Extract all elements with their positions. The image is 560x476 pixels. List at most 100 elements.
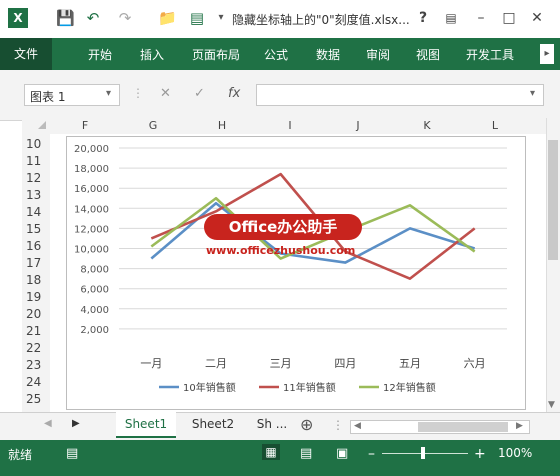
enter-formula-icon[interactable]: ✓ bbox=[194, 86, 205, 101]
y-tick-label: 2,000 bbox=[80, 325, 109, 336]
row-header[interactable]: 21 bbox=[22, 323, 50, 340]
scroll-down-icon[interactable]: ▼ bbox=[548, 400, 555, 410]
row-header[interactable]: 16 bbox=[22, 238, 50, 255]
chart-plot: 20,000 18,000 16,000 14,000 12,000 10,000 8,00… bbox=[74, 144, 507, 394]
vertical-scroll-thumb[interactable] bbox=[548, 140, 558, 260]
y-tick-label: 8,000 bbox=[80, 265, 109, 276]
cancel-formula-icon[interactable]: ✕ bbox=[160, 86, 171, 101]
line-chart[interactable]: 20,000 18,000 16,000 14,000 12,000 10,000 8,00… bbox=[66, 136, 526, 410]
formula-input[interactable] bbox=[256, 84, 544, 106]
zoom-out-button[interactable]: – bbox=[368, 446, 375, 462]
sheet-tab-more[interactable]: Sh ... bbox=[250, 412, 294, 436]
sheet-scroll-left-icon[interactable]: ◀ bbox=[44, 418, 52, 429]
open-folder-icon[interactable]: 📁 bbox=[158, 9, 177, 27]
tab-review[interactable]: 审阅 bbox=[366, 46, 390, 63]
sheet-tab-sheet2[interactable]: Sheet2 bbox=[186, 412, 240, 436]
customize-qat-icon[interactable]: ▾ bbox=[212, 9, 230, 27]
row-header[interactable]: 22 bbox=[22, 340, 50, 357]
y-tick-label: 18,000 bbox=[74, 164, 109, 175]
row-header[interactable]: 23 bbox=[22, 357, 50, 374]
x-tick-label: 六月 bbox=[464, 357, 486, 370]
close-button[interactable]: ✕ bbox=[526, 8, 548, 28]
row-header[interactable]: 18 bbox=[22, 272, 50, 289]
tab-split-handle-icon[interactable]: ⋮ bbox=[332, 418, 344, 432]
horizontal-scroll-thumb[interactable] bbox=[418, 422, 508, 432]
name-box-value: 图表 1 bbox=[30, 90, 66, 104]
row-header[interactable]: 12 bbox=[22, 170, 50, 187]
y-tick-label: 20,000 bbox=[74, 144, 109, 155]
tab-formulas[interactable]: 公式 bbox=[264, 46, 288, 63]
zoom-slider-thumb[interactable] bbox=[421, 447, 425, 459]
row-header[interactable]: 25 bbox=[22, 391, 50, 408]
save-icon[interactable]: 💾 bbox=[56, 9, 75, 27]
undo-icon[interactable]: ↶ bbox=[84, 9, 102, 27]
document-title: 隐藏坐标轴上的"0"刻度值.xlsx... bbox=[232, 13, 410, 27]
y-tick-label: 14,000 bbox=[74, 204, 109, 215]
normal-view-icon[interactable]: ▦ bbox=[262, 444, 280, 460]
tab-file[interactable]: 文件 bbox=[0, 38, 52, 70]
column-header[interactable]: L bbox=[480, 118, 510, 134]
tab-data[interactable]: 数据 bbox=[316, 46, 340, 63]
x-tick-label: 四月 bbox=[334, 357, 356, 370]
title-bar: X 💾 ↶ ↷ 📁 ▤ ▾ 隐藏坐标轴上的"0"刻度值.xlsx... ? ▤ … bbox=[0, 0, 560, 38]
zoom-in-button[interactable]: + bbox=[474, 446, 486, 462]
macro-record-icon[interactable]: ▤ bbox=[66, 446, 78, 461]
maximize-button[interactable]: □ bbox=[498, 8, 520, 28]
tab-insert[interactable]: 插入 bbox=[140, 46, 164, 63]
formula-bar-divider-icon: ⋮ bbox=[132, 86, 144, 100]
hscroll-left-icon[interactable]: ◀ bbox=[354, 421, 361, 431]
legend-label: 10年销售额 bbox=[183, 381, 236, 394]
tab-page-layout[interactable]: 页面布局 bbox=[192, 46, 240, 63]
row-header[interactable]: 13 bbox=[22, 187, 50, 204]
ribbon-scroll-right-icon[interactable]: ▸ bbox=[540, 44, 554, 64]
row-header[interactable]: 14 bbox=[22, 204, 50, 221]
column-header[interactable]: F bbox=[70, 118, 100, 134]
ribbon-display-options-icon[interactable]: ▤ bbox=[440, 8, 462, 28]
column-header[interactable]: K bbox=[412, 118, 442, 134]
y-tick-label: 16,000 bbox=[74, 184, 109, 195]
zoom-level[interactable]: 100% bbox=[498, 446, 532, 460]
row-header[interactable]: 10 bbox=[22, 136, 50, 153]
name-box-dropdown-icon[interactable]: ▾ bbox=[106, 88, 111, 99]
quick-print-icon[interactable]: ▤ bbox=[188, 9, 206, 27]
x-tick-label: 二月 bbox=[205, 357, 227, 370]
sheet-scroll-right-icon[interactable]: ▶ bbox=[72, 418, 80, 429]
y-tick-label: 10,000 bbox=[74, 245, 109, 256]
tab-home[interactable]: 开始 bbox=[88, 46, 112, 63]
excel-logo-icon: X bbox=[8, 8, 28, 28]
x-tick-label: 三月 bbox=[270, 357, 292, 370]
expand-formula-bar-icon[interactable]: ▾ bbox=[530, 88, 535, 99]
column-header[interactable]: J bbox=[343, 118, 373, 134]
column-header[interactable]: H bbox=[207, 118, 237, 134]
minimize-button[interactable]: – bbox=[470, 8, 492, 28]
y-tick-label: 4,000 bbox=[80, 305, 109, 316]
watermark-url: www.officezhushou.com bbox=[206, 244, 356, 257]
column-header[interactable]: I bbox=[275, 118, 305, 134]
watermark-badge: Office办公助手 bbox=[204, 214, 362, 240]
new-sheet-icon[interactable]: ⊕ bbox=[300, 415, 313, 434]
page-layout-view-icon[interactable]: ▤ bbox=[300, 446, 312, 461]
row-header[interactable]: 15 bbox=[22, 221, 50, 238]
row-header[interactable]: 17 bbox=[22, 255, 50, 272]
column-header[interactable]: G bbox=[138, 118, 168, 134]
tab-view[interactable]: 视图 bbox=[416, 46, 440, 63]
row-header[interactable]: 24 bbox=[22, 374, 50, 391]
tab-developer[interactable]: 开发工具 bbox=[466, 46, 514, 63]
row-header[interactable]: 19 bbox=[22, 289, 50, 306]
hscroll-right-icon[interactable]: ▶ bbox=[516, 421, 523, 431]
row-header[interactable]: 20 bbox=[22, 306, 50, 323]
x-tick-label: 五月 bbox=[399, 357, 421, 370]
y-tick-label: 12,000 bbox=[74, 224, 109, 235]
zoom-slider[interactable] bbox=[382, 453, 468, 454]
row-header[interactable]: 11 bbox=[22, 153, 50, 170]
sheet-tab-sheet1[interactable]: Sheet1 bbox=[116, 412, 176, 438]
status-mode: 就绪 bbox=[8, 448, 33, 462]
redo-icon[interactable]: ↷ bbox=[116, 9, 134, 27]
help-button[interactable]: ? bbox=[412, 8, 434, 28]
page-break-view-icon[interactable]: ▣ bbox=[336, 446, 348, 461]
legend-label: 11年销售额 bbox=[283, 381, 336, 394]
insert-function-icon[interactable]: fx bbox=[228, 86, 240, 101]
select-all-icon[interactable] bbox=[38, 121, 46, 129]
legend-label: 12年销售额 bbox=[383, 381, 436, 394]
x-tick-label: 一月 bbox=[140, 357, 162, 370]
